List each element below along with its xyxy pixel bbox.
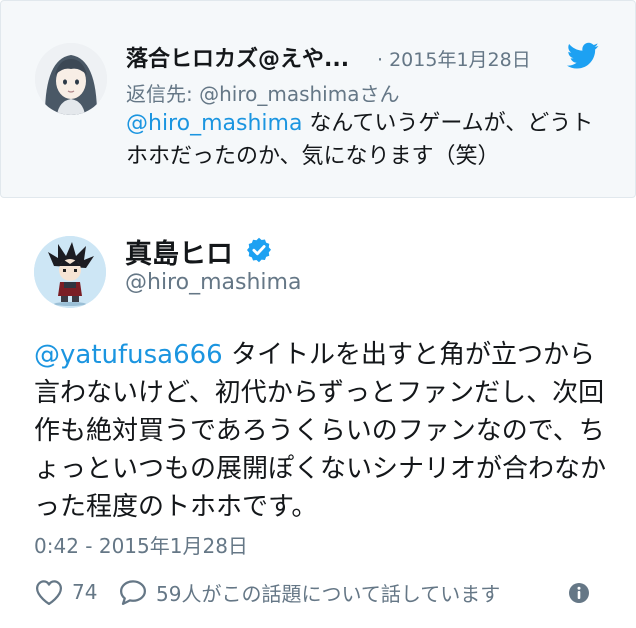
tweet-timestamp[interactable]: 0:42 - 2015年1月28日 (34, 530, 248, 559)
info-icon[interactable] (568, 582, 590, 604)
parent-date[interactable]: · 2015年1月28日 (377, 45, 531, 72)
tweet-actions: 74 59人がこの話題について話しています (34, 574, 614, 610)
main-display-name[interactable]: 真島ヒロ (125, 232, 233, 271)
conversation-text: 59人がこの話題について話しています (156, 581, 501, 606)
parent-display-name[interactable]: 落合ヒロカズ@えや... (126, 41, 349, 73)
reply-to-label[interactable]: 返信先: @hiro_mashimaさん (126, 78, 399, 107)
main-tweet-text: @yatufusa666 タイトルを出すと角が立つから言わないけど、初代からずっ… (34, 336, 609, 526)
main-handle[interactable]: @hiro_mashima (125, 270, 301, 295)
main-avatar[interactable] (34, 236, 106, 308)
conversation-link[interactable]: 59人がこの話題について話しています (118, 574, 500, 610)
verified-badge-icon (246, 237, 272, 263)
parent-date-text[interactable]: 2015年1月28日 (389, 49, 531, 71)
speech-bubble-icon (120, 580, 146, 605)
heart-icon (36, 580, 62, 605)
avatar-girl-illustration (35, 43, 107, 115)
like-button[interactable]: 74 (34, 574, 97, 610)
avatar-manga-character (34, 236, 106, 308)
twitter-bird-icon[interactable] (567, 42, 599, 70)
main-mention-link[interactable]: @yatufusa666 (34, 340, 223, 370)
parent-mention-link[interactable]: @hiro_mashima (126, 111, 302, 136)
parent-avatar[interactable] (35, 43, 107, 115)
parent-tweet-text: @hiro_mashima なんていうゲームが、どうトホホだったのか、気になりま… (126, 107, 606, 173)
parent-tweet[interactable]: 落合ヒロカズ@えや... · 2015年1月28日 返信先: @hiro_mas… (0, 0, 636, 198)
separator-dot: · (377, 49, 384, 71)
like-count: 74 (72, 580, 98, 604)
